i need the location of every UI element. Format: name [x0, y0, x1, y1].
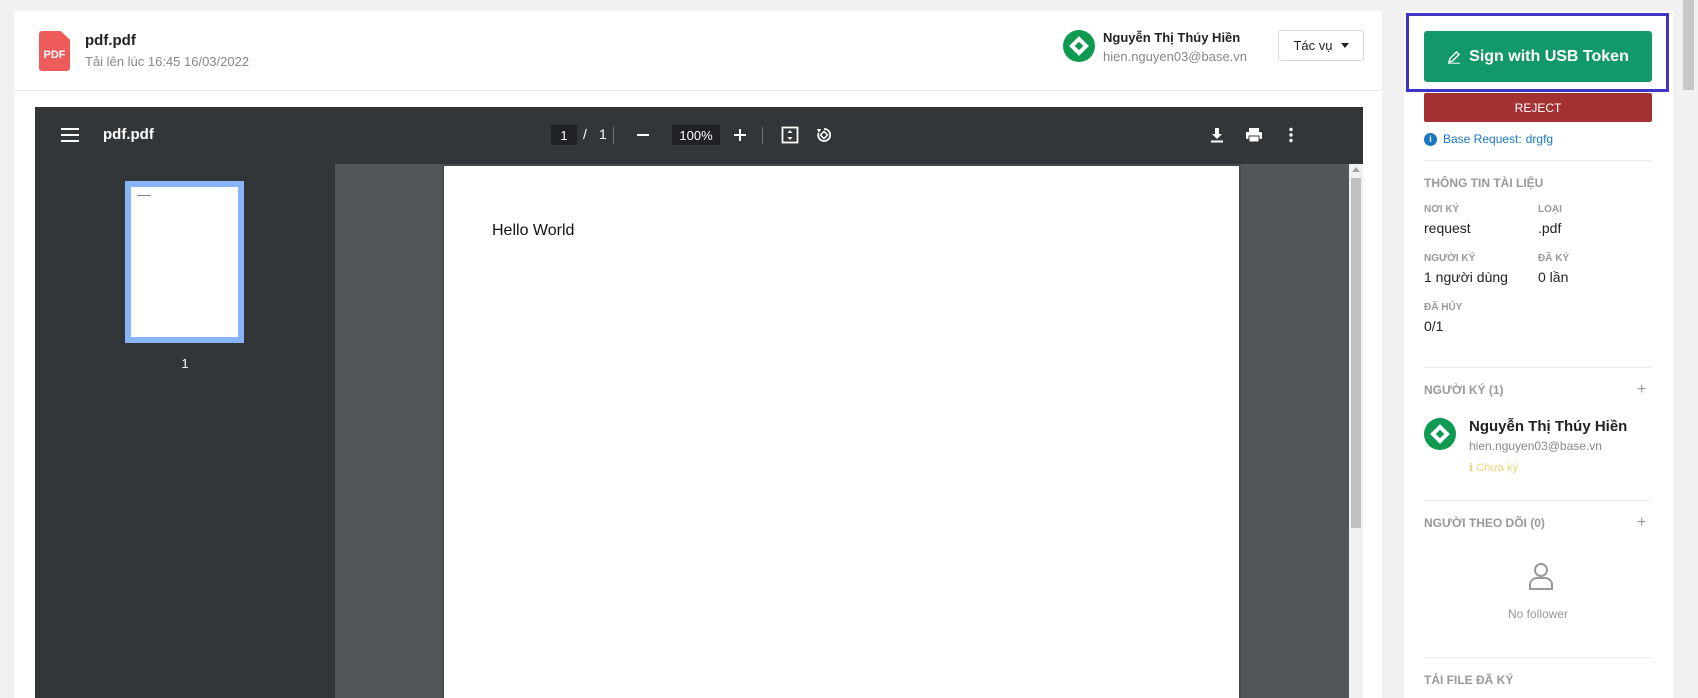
zoom-in-icon[interactable]	[726, 121, 754, 149]
field-value: request	[1424, 220, 1471, 236]
more-icon[interactable]	[1277, 121, 1305, 149]
signer-avatar	[1424, 418, 1456, 450]
actions-dropdown-button[interactable]: Tác vụ	[1278, 30, 1364, 61]
field-label: NGƯỜI KÝ	[1424, 253, 1476, 264]
doc-info-title: THÔNG TIN TÀI LIỆU	[1424, 176, 1544, 190]
viewer-scrollbar[interactable]	[1349, 164, 1363, 698]
download-icon[interactable]	[1203, 121, 1231, 149]
owner-email: hien.nguyen03@base.vn	[1103, 49, 1248, 64]
divider	[1424, 500, 1652, 501]
actions-label: Tác vụ	[1293, 38, 1333, 53]
base-request-link[interactable]: drgfg	[1526, 132, 1553, 146]
page-thumbnail[interactable]	[125, 181, 244, 343]
pdf-viewer: pdf.pdf 1 / 1 100% 1 Hello World	[35, 107, 1363, 698]
signers-title: NGƯỜI KÝ (1)	[1424, 383, 1504, 397]
field-value: .pdf	[1538, 220, 1562, 236]
pdf-file-icon: PDF	[39, 31, 70, 71]
file-name: pdf.pdf	[85, 32, 136, 49]
document-header: PDF pdf.pdf Tải lên lúc 16:45 16/03/2022…	[14, 11, 1382, 91]
caret-down-icon	[1340, 43, 1349, 48]
thumbnail-pane: 1	[35, 164, 335, 698]
divider	[1424, 160, 1652, 161]
followers-title: NGƯỜI THEO DÕI (0)	[1424, 516, 1545, 530]
add-signer-plus-icon[interactable]: +	[1637, 381, 1646, 399]
menu-icon[interactable]	[61, 128, 79, 142]
page-area: Hello World	[335, 164, 1363, 698]
field-value: 0/1	[1424, 318, 1444, 334]
signer-email: hien.nguyen03@base.vn	[1469, 439, 1602, 453]
field-label: LOẠI	[1538, 204, 1562, 215]
zoom-out-icon[interactable]	[629, 121, 657, 149]
sign-button-label: Sign with USB Token	[1469, 47, 1629, 65]
divider	[1424, 657, 1652, 658]
page-number-input[interactable]: 1	[551, 125, 577, 145]
fit-page-icon[interactable]	[776, 121, 804, 149]
field-label: ĐÃ KÝ	[1538, 253, 1570, 264]
page-total: 1	[599, 126, 607, 142]
viewer-title: pdf.pdf	[103, 126, 154, 143]
field-label: NƠI KÝ	[1424, 204, 1460, 215]
scrollbar-thumb[interactable]	[1351, 178, 1361, 528]
reject-button[interactable]: REJECT	[1424, 93, 1652, 122]
page-scrollbar[interactable]	[1680, 0, 1698, 698]
person-icon	[1529, 563, 1553, 590]
sign-usb-token-button[interactable]: Sign with USB Token	[1424, 31, 1652, 82]
base-request-label: Base Request:	[1443, 132, 1522, 146]
divider	[1424, 367, 1652, 368]
scroll-up-icon[interactable]	[1352, 167, 1360, 172]
viewer-toolbar: pdf.pdf 1 / 1 100%	[35, 107, 1363, 164]
page-scrollbar-thumb[interactable]	[1683, 0, 1694, 90]
print-icon[interactable]	[1240, 121, 1268, 149]
signer-status: ℹ Chưa ký	[1469, 462, 1518, 474]
pen-icon	[1448, 50, 1461, 64]
toolbar-divider	[613, 127, 614, 144]
toolbar-divider	[762, 127, 763, 144]
thumbnail-page-number: 1	[181, 356, 189, 371]
pdf-page: Hello World	[444, 166, 1239, 698]
field-value: 0 lần	[1538, 269, 1569, 285]
rotate-icon[interactable]	[810, 121, 838, 149]
download-signed-title: TẢI FILE ĐÃ KÝ	[1424, 673, 1514, 687]
page-separator: /	[583, 126, 587, 142]
no-follower-text: No follower	[1507, 607, 1569, 621]
base-request-line: i Base Request: drgfg	[1424, 132, 1553, 146]
add-follower-plus-icon[interactable]: +	[1637, 514, 1646, 532]
upload-timestamp: Tải lên lúc 16:45 16/03/2022	[85, 54, 250, 69]
field-label: ĐÃ HỦY	[1424, 302, 1463, 313]
field-value: 1 người dùng	[1424, 269, 1508, 285]
signer-name: Nguyễn Thị Thúy Hiền	[1469, 418, 1628, 435]
page-text: Hello World	[492, 222, 575, 239]
owner-name: Nguyễn Thị Thúy Hiền	[1103, 30, 1241, 45]
info-icon: i	[1424, 132, 1437, 146]
zoom-input[interactable]: 100%	[672, 125, 720, 145]
owner-avatar	[1063, 30, 1095, 62]
